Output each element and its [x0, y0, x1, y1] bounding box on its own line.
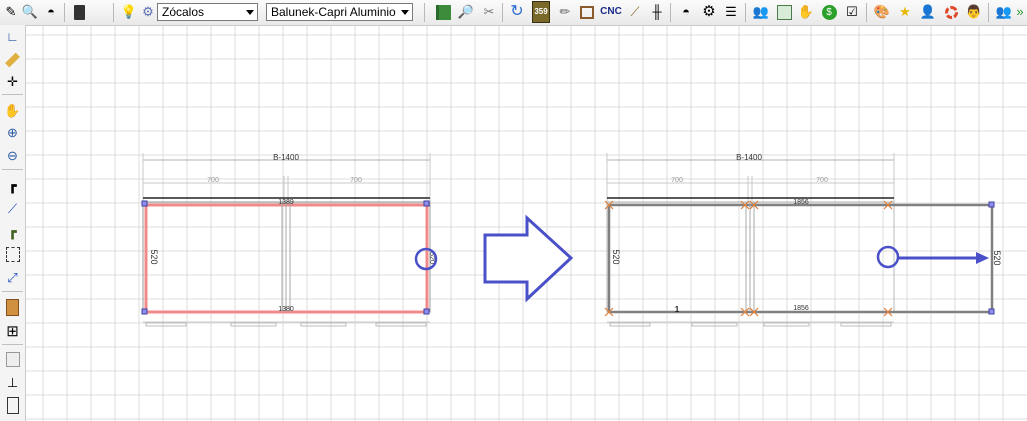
after-segment-label-2: 700 — [816, 177, 828, 184]
selection-icon[interactable] — [3, 245, 22, 264]
hand-icon[interactable]: ✋ — [797, 3, 815, 21]
tools-icon[interactable]: ✂ — [480, 3, 498, 21]
grid-icon[interactable]: ⊞ — [3, 321, 22, 340]
pencil-dimension-icon[interactable]: ✎ — [2, 3, 20, 21]
before-segment-label-1: 700 — [207, 177, 219, 184]
angle-icon[interactable]: ∟ — [3, 27, 22, 46]
list-icon[interactable]: ☰ — [722, 3, 740, 21]
after-left-height: 520 — [611, 249, 621, 264]
plinth-dropdown[interactable]: Zócalos — [157, 3, 258, 21]
ruler-icon[interactable] — [3, 50, 22, 69]
line-icon[interactable]: ⟋ — [3, 199, 22, 218]
panel-icon[interactable] — [3, 350, 22, 369]
refresh-icon[interactable]: ↻ — [508, 3, 526, 21]
profile-dropdown[interactable]: Balunek-Capri Aluminio — [266, 3, 413, 21]
calculator-icon[interactable] — [70, 3, 88, 21]
palette-icon[interactable]: 🎨 — [873, 3, 891, 21]
frame-icon[interactable] — [578, 3, 596, 21]
chevron-down-icon — [401, 10, 409, 15]
profile-dropdown-value: Balunek-Capri Aluminio — [271, 5, 396, 19]
zoom-out-icon[interactable]: ⊖ — [3, 146, 22, 165]
pencil-icon[interactable]: ✏ — [556, 3, 574, 21]
dollar-icon[interactable]: $ — [820, 3, 838, 21]
window-icon[interactable] — [775, 3, 793, 21]
before-top-value: 1389 — [278, 199, 294, 206]
mullion-icon[interactable]: ╫ — [648, 3, 666, 21]
measure-icon[interactable]: ◓ — [42, 3, 60, 21]
before-total-label: B-1400 — [273, 153, 299, 162]
door-small-icon[interactable] — [3, 396, 22, 415]
cnc-label: CNC — [600, 6, 622, 17]
chevron-down-icon — [246, 10, 254, 15]
after-top-value: 1856 — [793, 199, 809, 206]
profile-l-icon[interactable]: ┏ — [3, 222, 22, 241]
after-total-label: B-1400 — [736, 153, 762, 162]
plinth-dropdown-value: Zócalos — [162, 5, 205, 19]
checkbox-icon[interactable]: ☑ — [843, 3, 861, 21]
diagonal-icon[interactable]: ⤢ — [3, 268, 22, 287]
after-marker: 1 — [675, 305, 680, 314]
lightbulb-icon[interactable]: 💡 — [120, 3, 138, 21]
preview-icon[interactable]: 🔎 — [457, 3, 475, 21]
after-bottom-value: 1856 — [793, 305, 809, 312]
users-icon[interactable]: 👥 — [752, 3, 770, 21]
cut-icon[interactable]: ⟋ — [626, 3, 644, 21]
main-toolbar: ✎ 🔍 ◓ 💡 ⚙ Zócalos Balunek-Capri Aluminio… — [0, 0, 1027, 26]
settings-gear-icon[interactable]: ⚙ — [700, 3, 718, 21]
stamp-icon[interactable]: ⊥ — [3, 373, 22, 392]
crosshair-icon[interactable]: ✛ — [3, 72, 22, 91]
user-icon[interactable]: 👤 — [919, 3, 937, 21]
overflow-icon[interactable]: » — [1013, 3, 1027, 21]
star-icon[interactable]: ★ — [896, 3, 914, 21]
drawing-canvas[interactable]: B-1400 700 700 1389 1380 520 520 B-1400 … — [26, 26, 1027, 421]
after-segment-label-1: 700 — [671, 177, 683, 184]
gear-icon[interactable]: ⚙ — [139, 3, 157, 21]
before-bottom-value: 1380 — [278, 306, 294, 313]
person-icon[interactable]: 👨 — [965, 3, 983, 21]
profile-corner-icon[interactable]: ┏ — [3, 176, 22, 195]
door-icon[interactable] — [3, 298, 22, 317]
badge-359[interactable]: 359 — [531, 1, 551, 23]
group-icon[interactable]: 👥 — [995, 3, 1013, 21]
zoom-page-icon[interactable]: 🔍 — [21, 3, 39, 21]
after-highlight-circle — [876, 245, 900, 269]
after-right-height: 520 — [992, 250, 1002, 265]
badge-359-label: 359 — [532, 1, 550, 23]
hand-move-icon[interactable]: ✋ — [3, 101, 22, 120]
transition-arrow — [483, 214, 574, 303]
before-segment-label-2: 700 — [350, 177, 362, 184]
before-left-height: 520 — [149, 249, 159, 264]
book-icon[interactable] — [434, 3, 452, 21]
lifebuoy-icon[interactable] — [942, 3, 960, 21]
measure-tape-icon[interactable]: ◓ — [677, 3, 695, 21]
cnc-button[interactable]: CNC — [600, 3, 622, 21]
zoom-in-icon[interactable]: ⊕ — [3, 123, 22, 142]
extend-arrowhead — [976, 252, 989, 264]
tool-sidebar: ∟ ✛ ✋ ⊕ ⊖ ┏ ⟋ ┏ ⤢ ⊞ ⊥ — [0, 25, 26, 421]
